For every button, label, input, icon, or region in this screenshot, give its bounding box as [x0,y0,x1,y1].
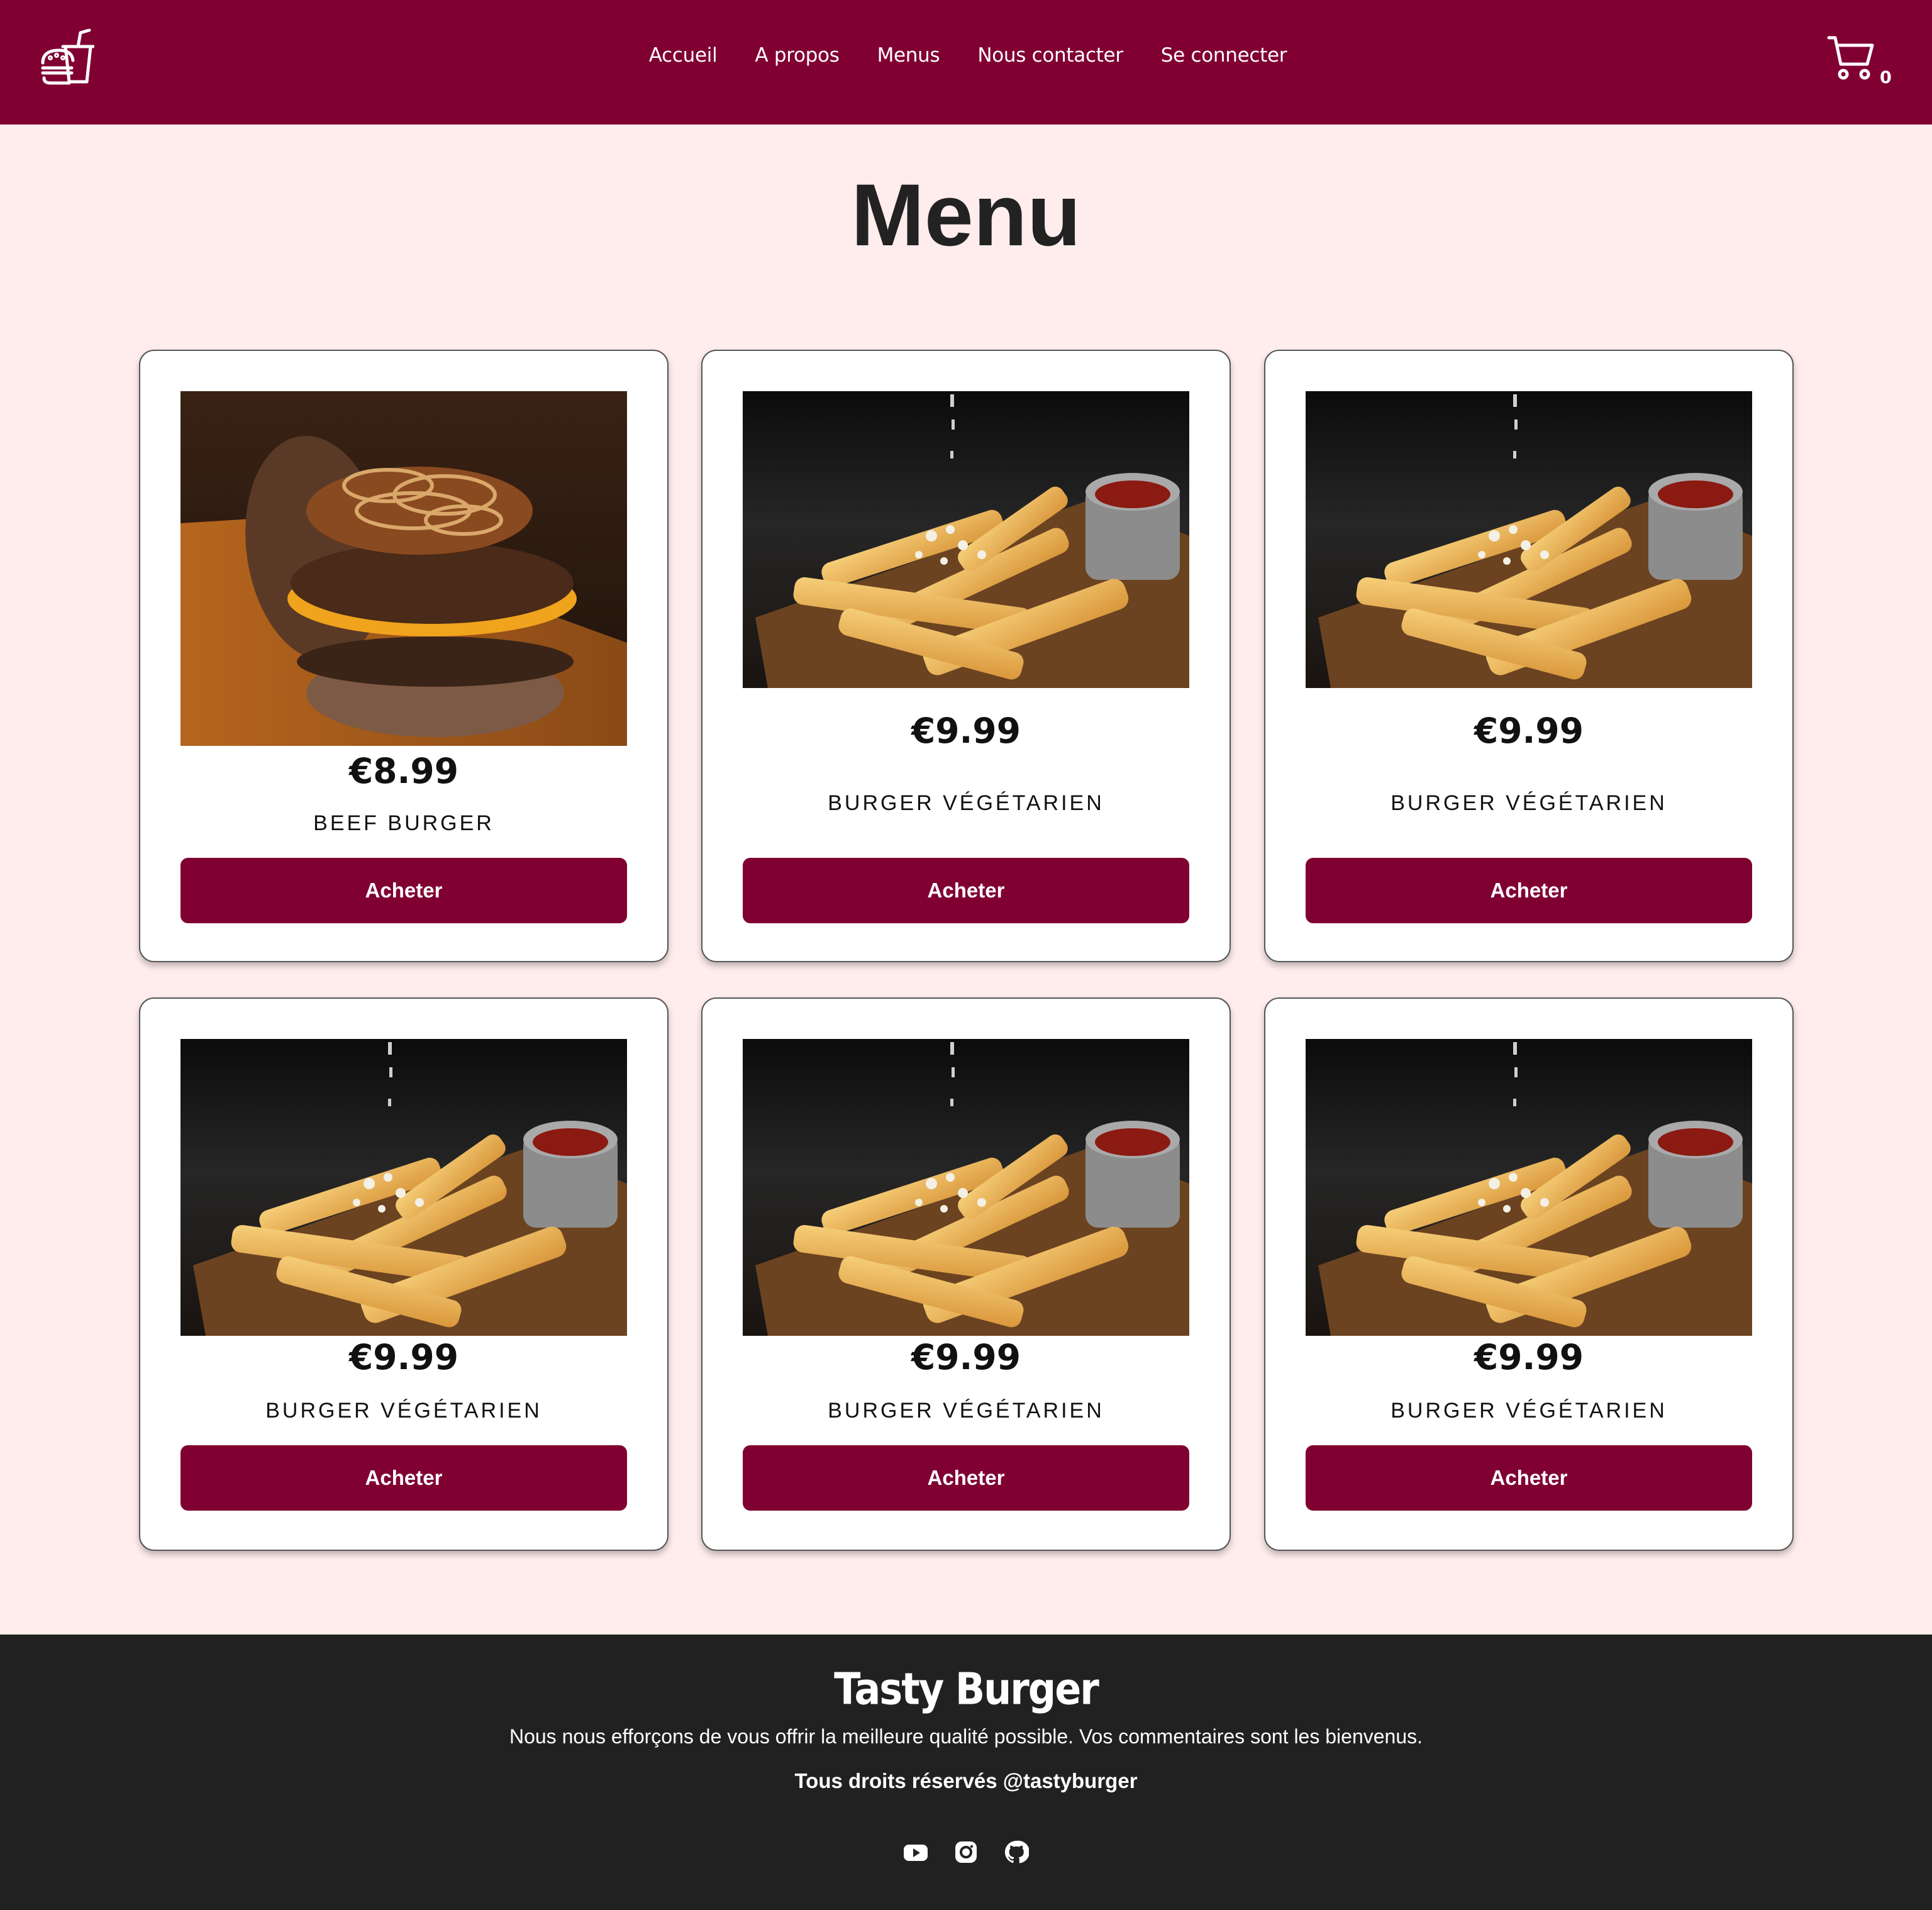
menu-card: €8.99 BEEF BURGER Acheter [139,350,669,962]
item-price: €9.99 [349,1337,458,1377]
item-price: €9.99 [1474,1337,1584,1377]
buy-button[interactable]: Acheter [1306,1445,1752,1511]
social-links [0,1840,1932,1865]
buy-button[interactable]: Acheter [180,1445,627,1511]
menu-card: €9.99 BURGER VÉGÉTARIEN Acheter [701,350,1231,962]
menu-card: €9.99 BURGER VÉGÉTARIEN Acheter [701,997,1231,1551]
buy-button[interactable]: Acheter [180,858,627,923]
fries-image [1306,391,1752,688]
footer-copyright: Tous droits réservés @tastyburger [794,1769,1138,1792]
nav-link-accueil[interactable]: Accueil [649,44,718,67]
nav-link-se-connecter[interactable]: Se connecter [1161,44,1287,67]
youtube-icon[interactable] [903,1840,928,1865]
item-name: BURGER VÉGÉTARIEN [828,791,1104,815]
item-name: BURGER VÉGÉTARIEN [1391,1399,1667,1423]
footer: Tasty Burger Nous nous efforçons de vous… [0,1635,1932,1910]
footer-tagline: Nous nous efforçons de vous offrir la me… [509,1725,1423,1748]
cart-button[interactable]: 0 [1827,35,1896,92]
buy-button[interactable]: Acheter [1306,858,1752,923]
nav-link-menus[interactable]: Menus [877,44,940,67]
item-name: BEEF BURGER [313,811,494,835]
github-icon[interactable] [1004,1840,1029,1865]
item-price: €9.99 [1474,711,1584,751]
item-price: €9.99 [911,1337,1021,1377]
item-name: BURGER VÉGÉTARIEN [265,1399,542,1423]
fries-image [180,1039,627,1336]
page-title: Menu [851,165,1081,264]
item-name: BURGER VÉGÉTARIEN [1391,791,1667,815]
main-nav: Accueil A propos Menus Nous contacter Se… [0,44,1932,67]
fries-image [743,391,1189,688]
menu-card: €9.99 BURGER VÉGÉTARIEN Acheter [139,997,669,1551]
item-price: €9.99 [911,711,1021,751]
buy-button[interactable]: Acheter [743,858,1189,923]
item-price: €8.99 [349,751,458,791]
menu-card: €9.99 BURGER VÉGÉTARIEN Acheter [1264,350,1794,962]
fries-image [743,1039,1189,1336]
fries-image [1306,1039,1752,1336]
item-name: BURGER VÉGÉTARIEN [828,1399,1104,1423]
menu-card: €9.99 BURGER VÉGÉTARIEN Acheter [1264,997,1794,1551]
buy-button[interactable]: Acheter [743,1445,1189,1511]
nav-link-nous-contacter[interactable]: Nous contacter [977,44,1123,67]
footer-brand: Tasty Burger [834,1663,1099,1715]
instagram-icon[interactable] [953,1840,979,1865]
cart-count-badge: 0 [1880,68,1892,87]
shopping-cart-icon [1827,36,1874,80]
navbar: Accueil A propos Menus Nous contacter Se… [0,0,1932,125]
beef-burger-image [180,391,627,746]
nav-link-a-propos[interactable]: A propos [755,44,839,67]
